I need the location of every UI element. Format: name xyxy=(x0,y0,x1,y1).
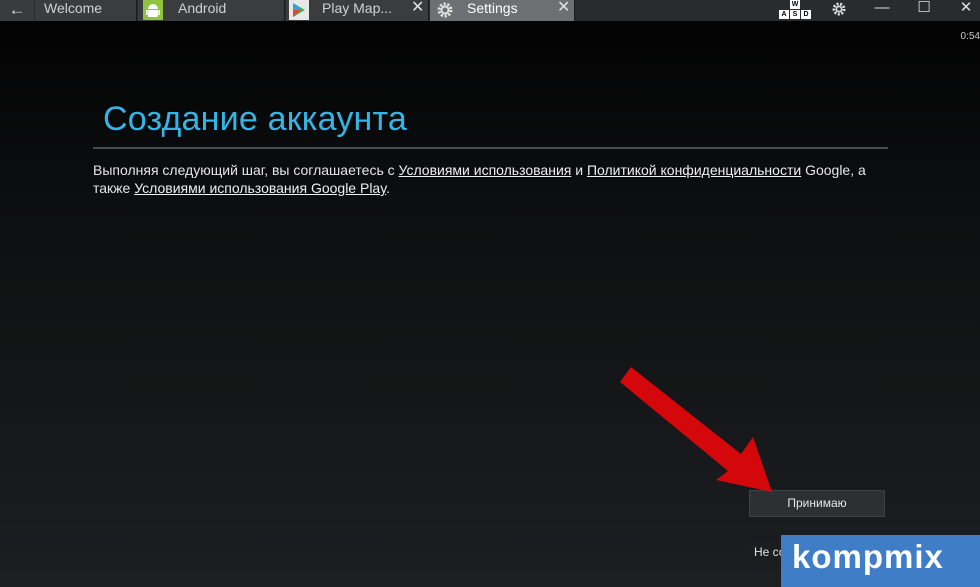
tab-label: Settings xyxy=(467,0,518,16)
play-store-icon xyxy=(289,0,309,20)
back-button[interactable]: ← xyxy=(0,0,34,21)
close-icon[interactable]: ✕ xyxy=(557,0,570,16)
title-divider xyxy=(93,147,888,149)
page-title: Создание аккаунта xyxy=(103,100,408,138)
arrow-left-icon: ← xyxy=(8,0,26,19)
close-window-button[interactable]: ✕ xyxy=(955,0,977,18)
play-terms-link[interactable]: Условиями использования Google Play xyxy=(134,180,386,196)
tab-welcome[interactable]: Welcome xyxy=(35,0,137,21)
logo-wordmark: kompmix xyxy=(792,538,944,575)
minimize-icon: — xyxy=(874,0,890,16)
tab-android[interactable]: Android xyxy=(138,0,285,21)
gear-icon xyxy=(832,2,846,16)
tab-label: Android xyxy=(178,0,227,16)
accept-button[interactable]: Принимаю xyxy=(749,490,885,517)
maximize-icon: ☐ xyxy=(917,0,931,16)
keyboard-wasd-icon[interactable]: W A S D xyxy=(778,0,812,19)
status-clock: 0:54 xyxy=(960,31,980,42)
close-icon[interactable]: ✕ xyxy=(411,0,424,16)
gear-icon xyxy=(437,2,453,18)
tab-bar: ← Welcome Android Play Map... ✕ Settings xyxy=(0,0,980,21)
tab-settings[interactable]: Settings ✕ xyxy=(430,0,575,21)
tab-label: Play Map... xyxy=(322,0,393,16)
android-screen: 0:54 Создание аккаунта Выполняя следующи… xyxy=(0,21,980,587)
privacy-policy-link[interactable]: Политикой конфиденциальности xyxy=(587,162,801,178)
watermark-logo: kompmix xyxy=(781,535,980,587)
minimize-button[interactable]: — xyxy=(871,0,893,18)
tab-play-market[interactable]: Play Map... ✕ xyxy=(286,0,429,21)
settings-button[interactable] xyxy=(828,0,850,18)
android-icon xyxy=(143,0,163,20)
maximize-button[interactable]: ☐ xyxy=(913,0,935,18)
close-icon: ✕ xyxy=(959,0,973,16)
tab-label: Welcome xyxy=(44,0,103,16)
terms-text: Выполняя следующий шаг, вы соглашаетесь … xyxy=(93,162,866,196)
terms-of-service-link[interactable]: Условиями использования xyxy=(399,162,572,178)
